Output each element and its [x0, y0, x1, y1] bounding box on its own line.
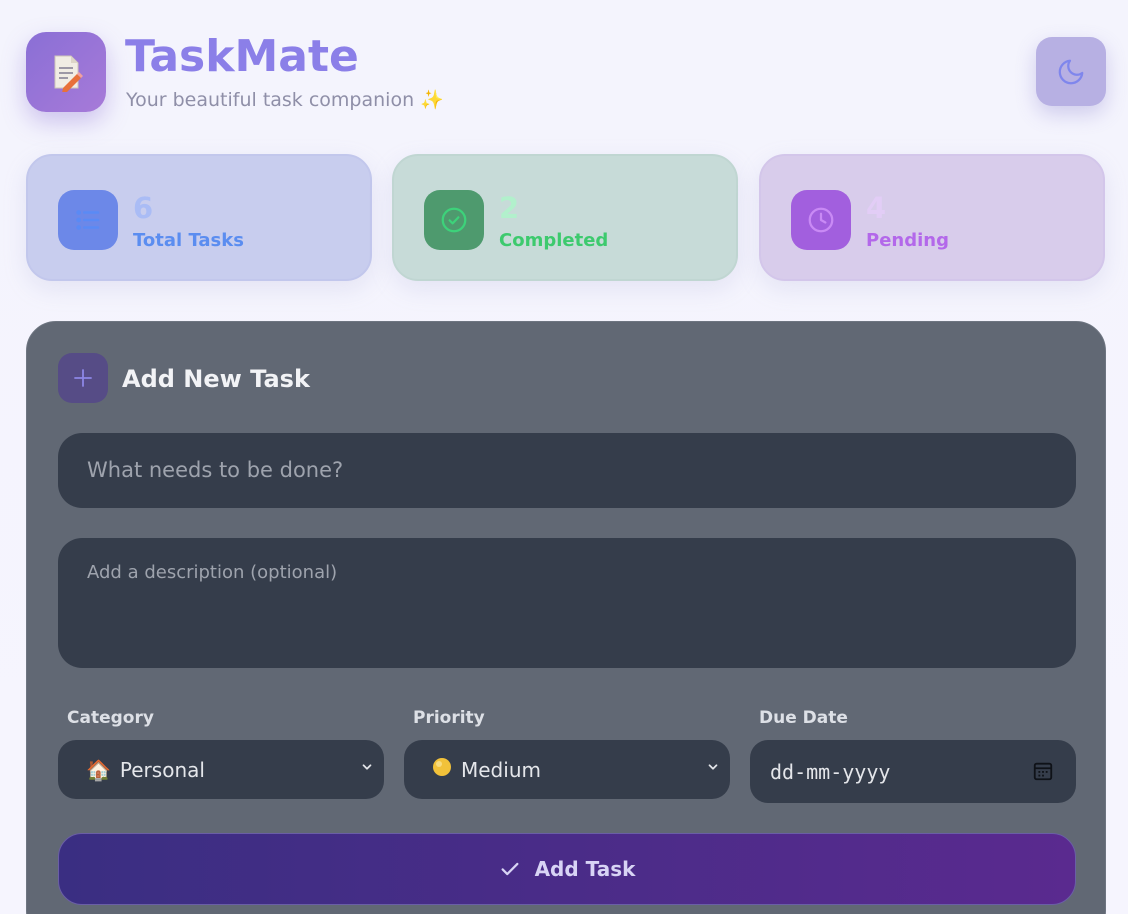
- stat-total-label: Total Tasks: [133, 230, 244, 251]
- list-icon: [76, 210, 100, 230]
- stat-completed-icon-box: [424, 190, 484, 250]
- calendar-icon[interactable]: [1032, 760, 1054, 782]
- app-title: TaskMate: [125, 31, 359, 82]
- memo-pencil-icon: [54, 55, 83, 92]
- theme-toggle-button[interactable]: [1036, 37, 1106, 106]
- app-subtitle: Your beautiful task companion ✨: [126, 89, 444, 111]
- stat-pending-icon-box: [791, 190, 851, 250]
- priority-label: Priority: [413, 708, 485, 728]
- check-icon: [501, 862, 519, 876]
- stat-pending-label: Pending: [866, 230, 949, 251]
- chevron-down-icon: [708, 764, 718, 770]
- category-select[interactable]: 🏠 Personal: [58, 740, 384, 799]
- clock-icon: [808, 207, 834, 233]
- due-date-label: Due Date: [759, 708, 848, 728]
- check-circle-icon: [441, 207, 467, 233]
- priority-select[interactable]: Medium: [404, 740, 730, 799]
- house-emoji-icon: 🏠: [86, 757, 111, 782]
- stat-completed-value: 2: [499, 191, 520, 225]
- category-select-value: Personal: [119, 757, 205, 782]
- stat-total-value: 6: [133, 191, 154, 225]
- stat-completed-label: Completed: [499, 230, 609, 251]
- stat-pending-value: 4: [866, 191, 887, 225]
- add-task-title: Add New Task: [122, 365, 310, 393]
- add-task-icon-box: [58, 353, 108, 403]
- yellow-circle-icon: [432, 757, 452, 782]
- stat-card-pending: 4 Pending: [759, 154, 1105, 281]
- moon-icon: [1058, 59, 1084, 84]
- stat-card-completed: 2 Completed: [392, 154, 738, 281]
- stat-total-icon-box: [58, 190, 118, 250]
- due-date-placeholder: dd-mm-yyyy: [770, 759, 891, 784]
- add-task-panel: Add New Task What needs to be done? Add …: [26, 321, 1106, 914]
- task-title-input[interactable]: What needs to be done?: [58, 433, 1076, 508]
- add-task-button-label: Add Task: [534, 857, 636, 881]
- plus-icon: [74, 369, 92, 387]
- task-description-input[interactable]: Add a description (optional): [58, 538, 1076, 668]
- category-label: Category: [67, 708, 154, 728]
- due-date-input[interactable]: dd-mm-yyyy: [750, 740, 1076, 803]
- add-task-button[interactable]: Add Task: [58, 833, 1076, 905]
- priority-select-value: Medium: [461, 757, 541, 782]
- stat-card-total: 6 Total Tasks: [26, 154, 372, 281]
- app-logo: [26, 32, 106, 112]
- chevron-down-icon: [362, 764, 372, 770]
